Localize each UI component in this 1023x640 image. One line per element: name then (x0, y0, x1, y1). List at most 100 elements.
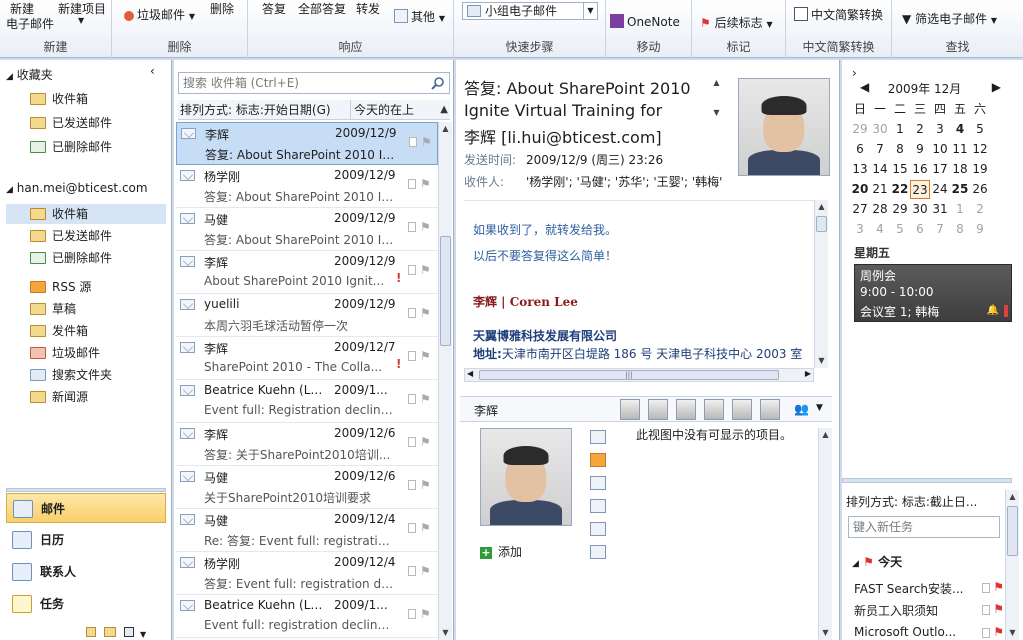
calendar-day[interactable]: 14 (870, 160, 890, 179)
flag-icon[interactable]: ⚑ (420, 435, 431, 449)
fav-sent[interactable]: 已发送邮件 (30, 113, 166, 133)
shortcuts-icon[interactable] (124, 627, 134, 637)
chevron-down-icon[interactable]: ▼ (816, 403, 823, 413)
junk-button[interactable]: 垃圾邮件 ▼ (124, 6, 195, 23)
calendar-day[interactable]: 3 (930, 120, 950, 139)
collapse-triangle-icon[interactable]: ◢ (852, 559, 859, 569)
message-sender[interactable]: 李辉 [li.hui@bticest.com] (464, 124, 662, 148)
contact-thumbnail[interactable] (620, 399, 640, 420)
calendar-day[interactable]: 25 (950, 180, 970, 199)
arrange-order[interactable]: 今天的在上 (350, 100, 414, 120)
new-email-label[interactable]: 电子邮件 (6, 15, 54, 32)
message-row[interactable]: yuelili 2009/12/9 本周六羽毛球活动暂停一次 ⚑ (176, 294, 438, 337)
folder-drafts[interactable]: 草稿 (30, 299, 166, 319)
task-item[interactable]: 新员工入职须知 ⚑ (854, 602, 1004, 619)
scroll-thumb[interactable] (816, 216, 827, 232)
new-task-input[interactable]: 键入新任务 (848, 516, 1000, 538)
calendar-day[interactable]: 8 (950, 220, 970, 239)
body-hscrollbar[interactable]: ◀ ||| ▶ (464, 368, 814, 382)
scroll-thumb[interactable] (440, 236, 451, 346)
home-icon[interactable] (590, 430, 606, 444)
calendar-day[interactable]: 29 (890, 200, 910, 219)
message-row[interactable]: Beatrice Kuehn (LM IT) 2009/1... Event ful… (176, 595, 438, 638)
flag-icon[interactable]: ⚑ (420, 349, 431, 363)
calendar-day[interactable]: 8 (890, 140, 910, 159)
task-item[interactable]: FAST Search安装... ⚑ (854, 580, 1004, 597)
notes-icon[interactable] (86, 627, 96, 637)
reply-all-button[interactable]: 全部答复 (298, 0, 346, 17)
folder-outbox[interactable]: 发件箱 (30, 321, 166, 341)
category-box[interactable] (408, 308, 416, 318)
category-box[interactable] (408, 351, 416, 361)
scroll-up-icon[interactable]: ▲ (1006, 490, 1019, 504)
nav-button-contacts[interactable]: 联系人 (6, 557, 166, 587)
calendar-day[interactable]: 22 (890, 180, 910, 199)
calendar-day[interactable]: 30 (870, 120, 890, 139)
scroll-down-icon[interactable]: ▼ (710, 106, 723, 120)
task-category-box[interactable] (982, 583, 990, 593)
flag-icon[interactable]: ⚑ (993, 602, 1004, 616)
flag-icon[interactable]: ⚑ (420, 564, 431, 578)
flag-icon[interactable]: ⚑ (993, 580, 1004, 594)
calendar-day[interactable]: 10 (930, 140, 950, 159)
category-box[interactable] (408, 222, 416, 232)
nav-button-calendar[interactable]: 日历 (6, 525, 166, 555)
calendar-day[interactable]: 7 (870, 140, 890, 159)
appointment[interactable]: 周例会 9:00 - 10:00 会议室 1; 韩梅 🔔 (854, 264, 1012, 322)
fav-deleted[interactable]: 已删除邮件 (30, 137, 166, 157)
collapse-triangle-icon[interactable]: ◢ (6, 72, 13, 82)
calendar-day[interactable]: 7 (930, 220, 950, 239)
task-arrange-label[interactable]: 排列方式: 标志:截止日... (846, 493, 1002, 510)
task-group-today[interactable]: ◢ ⚑ 今天 (852, 553, 902, 570)
search-input[interactable]: 搜索 收件箱 (Ctrl+E) (178, 72, 450, 94)
account-header[interactable]: ◢ han.mei@bticest.com (6, 181, 148, 195)
folder-junk[interactable]: 垃圾邮件 (30, 343, 166, 363)
calendar-day[interactable]: 6 (850, 140, 870, 159)
calendar-day[interactable]: 28 (870, 200, 890, 219)
flag-icon[interactable]: ⚑ (420, 220, 431, 234)
flag-icon[interactable]: ⚑ (420, 306, 431, 320)
header-scroll[interactable]: ▲ ▼ (710, 76, 724, 120)
contact-thumbnail[interactable] (732, 399, 752, 420)
arrange-by-bar[interactable]: 排列方式: 标志:开始日期(G) 今天的在上 ▲ (178, 100, 450, 120)
task-category-box[interactable] (982, 628, 990, 638)
message-row[interactable]: 李辉 2009/12/9 答复: About SharePoint 2010 Ig.… (176, 122, 438, 165)
calendar-day[interactable]: 16 (910, 160, 930, 179)
to-value[interactable]: '杨学刚'; '马健'; '苏华'; '王婴'; '韩梅' (526, 173, 722, 190)
folder-list-icon[interactable] (104, 627, 116, 637)
scroll-right-icon[interactable]: ▶ (805, 369, 811, 378)
next-month-icon[interactable]: ▶ (992, 80, 1001, 94)
forward-button[interactable]: 转发 (356, 0, 380, 17)
task-item[interactable]: Microsoft Outlo... ⚑ (854, 625, 1004, 639)
flag-icon[interactable]: ⚑ (420, 177, 431, 191)
add-contact-button[interactable]: + 添加 (480, 543, 522, 560)
fav-inbox[interactable]: 收件箱 (30, 89, 166, 109)
folder-deleted[interactable]: 已删除邮件 (30, 248, 166, 268)
minimize-pane-icon[interactable]: ‹ (150, 64, 155, 78)
folder-sent[interactable]: 已发送邮件 (30, 226, 166, 246)
message-row[interactable]: 马健 2009/12/9 答复: About SharePoint 2010 Ig.… (176, 208, 438, 251)
calendar-day[interactable]: 5 (890, 220, 910, 239)
body-scrollbar[interactable]: ▲ ▼ (814, 200, 828, 368)
calendar-day[interactable]: 2 (910, 120, 930, 139)
calendar-day[interactable]: 18 (950, 160, 970, 179)
category-box[interactable] (408, 480, 416, 490)
category-box[interactable] (409, 137, 417, 147)
scroll-down-icon[interactable]: ▼ (1006, 626, 1019, 640)
chevron-down-icon[interactable]: ▼ (140, 630, 146, 639)
calendar-day[interactable]: 5 (970, 120, 990, 139)
collapse-triangle-icon[interactable]: ◢ (6, 185, 13, 195)
scroll-left-icon[interactable]: ◀ (467, 369, 473, 378)
calendar-day[interactable]: 4 (870, 220, 890, 239)
followup-button[interactable]: ⚑ 后续标志 ▼ (700, 14, 773, 31)
flag-icon[interactable]: ⚑ (420, 521, 431, 535)
message-row[interactable]: 杨学刚 2009/12/9 答复: About SharePoint 2010 Ig… (176, 165, 438, 208)
scroll-up-icon[interactable]: ▲ (439, 122, 452, 136)
more-respond-button[interactable]: 其他 ▼ (394, 8, 445, 25)
chinese-convert-button[interactable]: 中文简繁转换 (794, 6, 883, 23)
calendar-day[interactable]: 11 (950, 140, 970, 159)
new-items-button[interactable]: 新建项目 (58, 0, 106, 17)
calendar-day[interactable]: 12 (970, 140, 990, 159)
people-icon[interactable]: 👥 (794, 402, 809, 416)
message-list-scrollbar[interactable]: ▲ ▼ (438, 122, 452, 640)
